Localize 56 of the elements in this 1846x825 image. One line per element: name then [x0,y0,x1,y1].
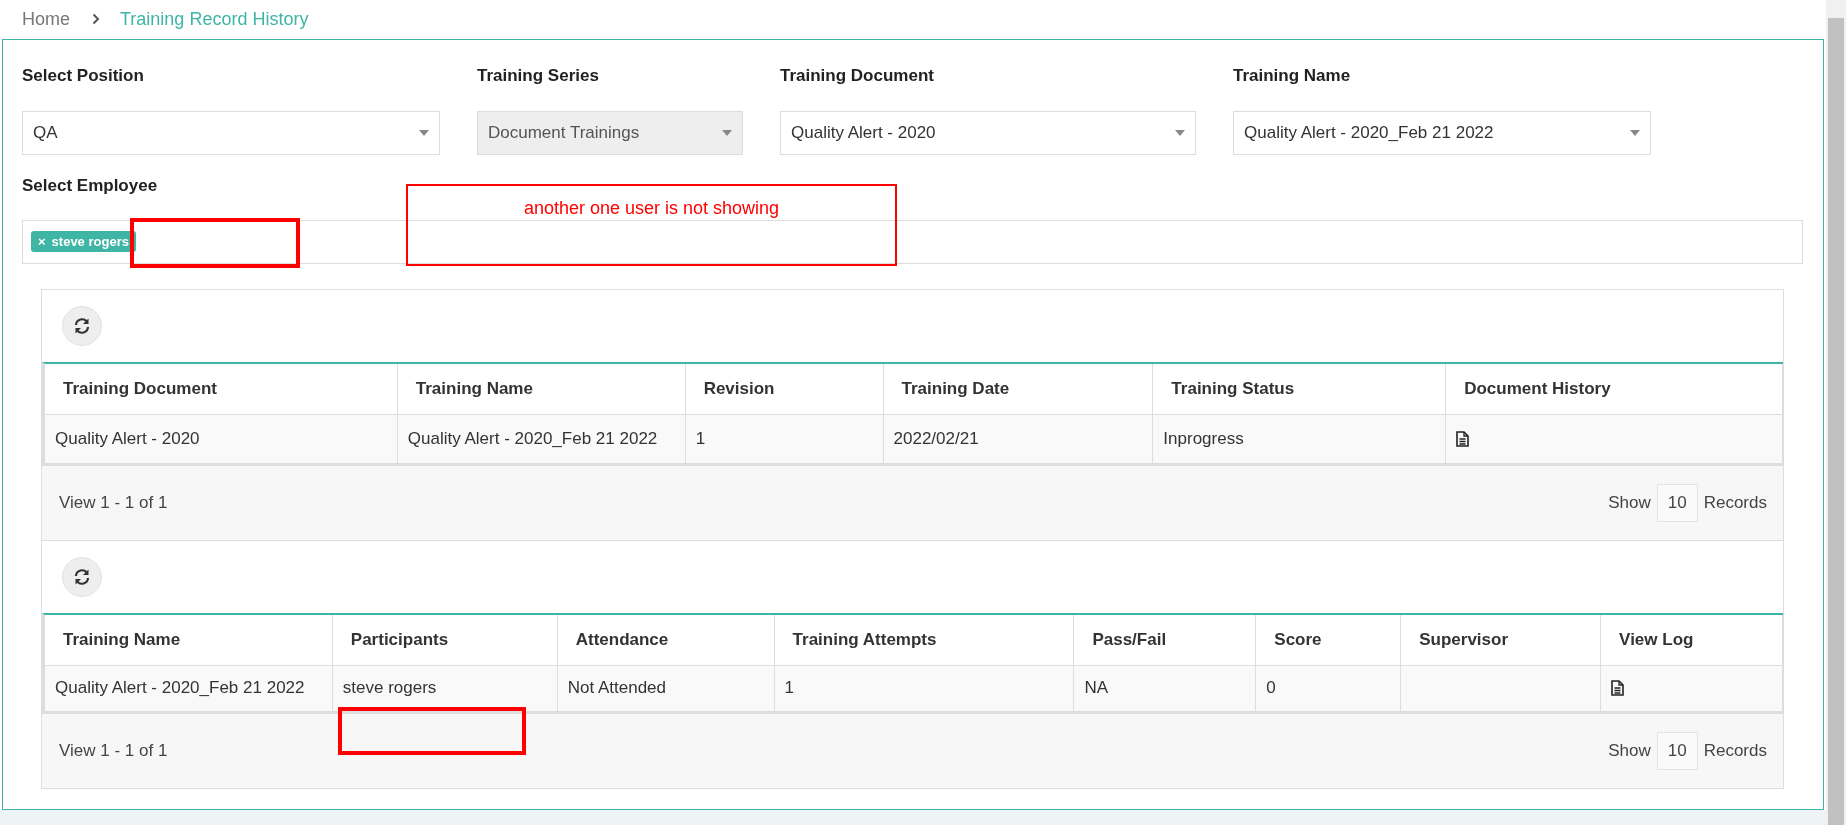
table-cell: Inprogress [1153,414,1447,466]
field-label: Select Employee [22,174,159,197]
field-label: Training Series [477,64,600,87]
column-header: View Log [1601,614,1783,666]
column-header: Training Name [45,614,333,666]
field-label: Training Document [780,64,935,87]
chevron-icon [92,13,100,26]
table-cell: 2022/02/21 [883,414,1154,466]
refresh-icon [73,316,91,335]
document-icon[interactable] [1456,430,1470,447]
tag-label: steve rogers [51,234,129,250]
field-label: Select Position [22,64,145,87]
column-header: Revision [685,363,884,415]
table-cell: Quality Alert - 2020 [45,414,398,466]
page-size-field[interactable]: 10 [1656,731,1698,770]
column-header: Pass/Fail [1074,614,1257,666]
refresh-button[interactable] [62,305,102,346]
column-header: Document History [1446,363,1783,415]
caret-icon [1175,129,1185,136]
scrollbar[interactable] [1826,0,1846,825]
column-header: Training Date [883,363,1154,415]
column-header: Participants [332,614,558,666]
refresh-button[interactable] [62,556,102,597]
column-header: Attendance [557,614,775,666]
breadcrumb-link[interactable]: Home [22,8,70,30]
table-cell: 1 [685,414,884,466]
annotation-note: another one user is not showing [406,184,897,266]
records-label: Records [1703,492,1767,513]
record-count: View 1 - 1 of 1 [59,492,168,513]
field-label: Training Name [1233,64,1352,87]
column-header: Training Status [1153,363,1447,415]
table-cell: 0 [1256,665,1402,714]
caret-icon [1630,129,1640,136]
record-count: View 1 - 1 of 1 [59,740,168,761]
table-cell: Not Attended [557,665,775,714]
table-cell: Quality Alert - 2020_Feb 21 2022 [397,414,686,466]
select-field[interactable]: QA [22,110,440,155]
column-header: Training Document [45,363,398,415]
column-header: Training Name [397,363,686,415]
select-field[interactable]: Quality Alert - 2020 [780,110,1196,155]
show-label: Show [1608,492,1651,513]
column-header: Score [1256,614,1402,666]
table-cell: Quality Alert - 2020_Feb 21 2022 [45,665,333,714]
table-cell: NA [1074,665,1257,714]
refresh-icon [73,567,91,586]
column-header: Supervisor [1401,614,1602,666]
column-header: Training Attempts [774,614,1075,666]
caret-icon [419,129,429,136]
page-size-field[interactable]: 10 [1656,483,1698,522]
breadcrumb-current: Training Record History [120,8,309,30]
caret-icon [722,129,732,136]
show-label: Show [1608,740,1651,761]
select-field[interactable]: Quality Alert - 2020_Feb 21 2022 [1233,110,1651,155]
table-cell: 1 [774,665,1075,714]
document-icon[interactable] [1611,680,1625,697]
records-label: Records [1703,740,1767,761]
